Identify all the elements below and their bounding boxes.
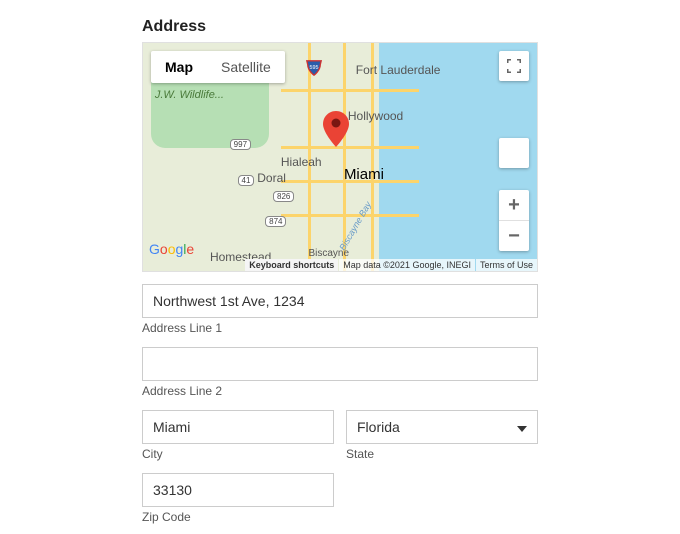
route-997: 997 bbox=[230, 139, 251, 150]
address-line-2-label: Address Line 2 bbox=[142, 384, 538, 398]
svg-text:595: 595 bbox=[309, 65, 318, 71]
address-line-2-input[interactable] bbox=[142, 347, 538, 381]
city-hollywood: Hollywood bbox=[348, 109, 403, 123]
address-line-1-input[interactable] bbox=[142, 284, 538, 318]
city-input[interactable] bbox=[142, 410, 334, 444]
zoom-out-button[interactable]: − bbox=[499, 221, 529, 251]
state-select[interactable]: Florida bbox=[346, 410, 538, 444]
chevron-down-icon bbox=[517, 419, 527, 435]
keyboard-shortcuts-link[interactable]: Keyboard shortcuts bbox=[245, 259, 338, 271]
zip-input[interactable] bbox=[142, 473, 334, 507]
interstate-595-shield: 595 bbox=[305, 59, 323, 77]
route-41: 41 bbox=[238, 175, 255, 186]
route-874: 874 bbox=[265, 216, 286, 227]
map-data-text: Map data ©2021 Google, INEGI bbox=[339, 259, 475, 271]
label-wildlife: J.W. Wildlife... bbox=[155, 89, 224, 101]
state-label: State bbox=[346, 447, 538, 461]
address-line-1-label: Address Line 1 bbox=[142, 321, 538, 335]
fullscreen-icon bbox=[507, 59, 521, 73]
pegman-control[interactable] bbox=[499, 138, 529, 168]
map[interactable]: Miami Fort Lauderdale Hollywood Hialeah … bbox=[142, 42, 538, 272]
zoom-control: + − bbox=[499, 190, 529, 251]
zip-label: Zip Code bbox=[142, 510, 334, 524]
zoom-in-button[interactable]: + bbox=[499, 190, 529, 220]
state-value: Florida bbox=[357, 419, 400, 435]
city-hialeah: Hialeah bbox=[281, 155, 322, 169]
map-type-switcher: Map Satellite bbox=[151, 51, 285, 83]
city-miami: Miami bbox=[344, 166, 384, 183]
terms-link[interactable]: Terms of Use bbox=[476, 259, 537, 271]
city-label: City bbox=[142, 447, 334, 461]
route-826: 826 bbox=[273, 191, 294, 202]
section-title: Address bbox=[40, 18, 640, 36]
map-attribution: Keyboard shortcuts Map data ©2021 Google… bbox=[143, 259, 537, 271]
city-doral: Doral bbox=[257, 171, 286, 185]
address-form: Address Line 1 Address Line 2 City Flori… bbox=[142, 284, 538, 534]
fullscreen-button[interactable] bbox=[499, 51, 529, 81]
google-logo: Google bbox=[149, 241, 194, 257]
city-fort-lauderdale: Fort Lauderdale bbox=[356, 64, 441, 77]
map-pin-icon bbox=[323, 111, 349, 152]
map-type-map[interactable]: Map bbox=[151, 51, 207, 83]
map-type-satellite[interactable]: Satellite bbox=[207, 51, 285, 83]
